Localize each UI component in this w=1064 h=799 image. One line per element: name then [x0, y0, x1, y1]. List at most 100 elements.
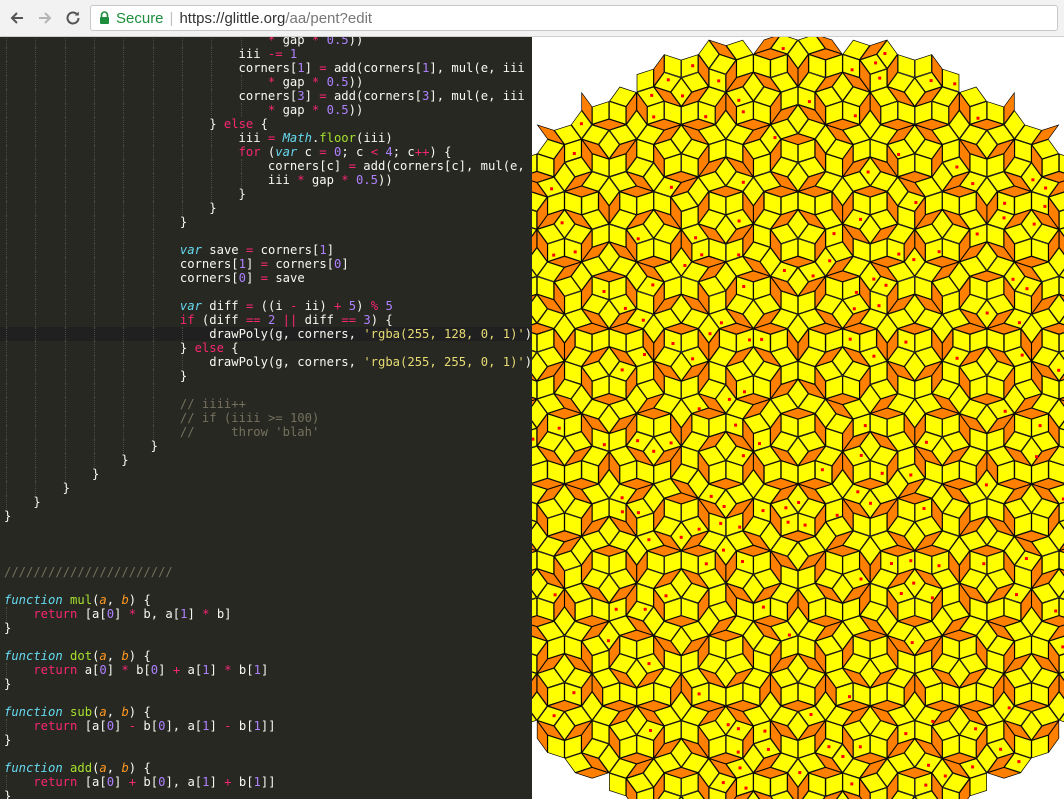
code-line[interactable]: function add(a, b) { [0, 761, 532, 775]
code-line[interactable]: // throw 'blah' [0, 425, 532, 439]
code-line[interactable]: corners[1] = add(corners[1], mul(e, iii [0, 61, 532, 75]
code-line[interactable] [0, 229, 532, 243]
code-line[interactable]: } [0, 733, 532, 747]
code-line[interactable] [0, 579, 532, 593]
red-dot-marker [734, 423, 738, 427]
code-line[interactable]: } [0, 677, 532, 691]
code-line[interactable] [0, 691, 532, 705]
red-dot-marker [786, 520, 790, 524]
code-token: b [121, 649, 129, 663]
code-line[interactable]: } [0, 369, 532, 383]
code-line[interactable]: } [0, 467, 532, 481]
code-token: function [4, 649, 71, 663]
code-line[interactable]: * gap * 0.5)) [0, 37, 532, 47]
indent-guide [152, 285, 154, 299]
code-line[interactable]: function sub(a, b) { [0, 705, 532, 719]
code-line[interactable]: } else { [0, 341, 532, 355]
code-line[interactable]: } [0, 215, 532, 229]
red-dot-marker [1057, 368, 1061, 372]
indent-guide [123, 187, 125, 201]
code-line[interactable]: corners[c] = add(corners[c], mul(e, [0, 159, 532, 173]
code-line[interactable]: /////////////////////// [0, 565, 532, 579]
code-line[interactable]: } [0, 201, 532, 215]
red-dot-marker [664, 594, 668, 598]
code-editor[interactable]: * gap * 0.5)) iii -= 1 corners[1] = add(co… [0, 37, 532, 799]
code-token: a [99, 705, 107, 719]
red-dot-marker [697, 692, 701, 696]
code-line[interactable]: } [0, 495, 532, 509]
code-line[interactable]: iii -= 1 [0, 47, 532, 61]
code-line[interactable]: iii * gap * 0.5)) [0, 173, 532, 187]
reload-button[interactable] [62, 7, 84, 29]
code-token: + [128, 775, 144, 789]
code-line[interactable]: } [0, 453, 532, 467]
red-dot-marker [550, 187, 554, 191]
code-line[interactable]: corners[0] = save [0, 271, 532, 285]
code-line[interactable]: * gap * 0.5)) [0, 75, 532, 89]
code-line[interactable] [0, 383, 532, 397]
red-dot-marker [741, 454, 745, 458]
indent-guide [35, 61, 37, 75]
red-dot-marker [683, 264, 687, 267]
code-line[interactable]: return [a[0] * b, a[1] * b] [0, 607, 532, 621]
code-token: = [267, 131, 283, 145]
code-line[interactable]: } [0, 621, 532, 635]
red-dot-marker [649, 729, 652, 732]
back-button[interactable] [6, 7, 28, 29]
code-text: } [121, 453, 128, 467]
red-dot-marker [766, 747, 770, 751]
code-line[interactable] [0, 551, 532, 565]
code-line[interactable]: drawPoly(g, corners, 'rgba(255, 255, 0, … [0, 355, 532, 369]
indent-guide [93, 439, 95, 453]
red-dot-marker [552, 714, 556, 718]
code-line[interactable]: return [a[0] + b[0], a[1] + b[1]] [0, 775, 532, 789]
indent-guide [35, 453, 37, 467]
indent-guide [93, 131, 95, 145]
forward-button[interactable] [34, 7, 56, 29]
code-line[interactable]: for (var c = 0; c < 4; c++) { [0, 145, 532, 159]
code-token: else [223, 117, 261, 131]
code-line[interactable]: var diff = ((i - ii) + 5) % 5 [0, 299, 532, 313]
code-line[interactable] [0, 747, 532, 761]
red-dot-marker [744, 786, 748, 790]
code-line[interactable]: if (diff == 2 || diff == 3) { [0, 313, 532, 327]
code-line[interactable]: } [0, 481, 532, 495]
code-line[interactable]: } [0, 789, 532, 799]
indent-guide [64, 453, 66, 467]
code-line[interactable]: drawPoly(g, corners, 'rgba(255, 128, 0, … [0, 327, 532, 341]
code-line[interactable]: } [0, 187, 532, 201]
indent-guide [6, 243, 7, 257]
address-bar[interactable]: Secure | https://glittle.org /aa/pent?ed… [90, 5, 1058, 31]
indent-guide [64, 271, 66, 285]
red-dot-marker [727, 397, 731, 401]
code-token: save [275, 271, 305, 285]
code-line[interactable]: // iiii++ [0, 397, 532, 411]
indent-guide [152, 37, 154, 47]
code-line[interactable]: iii = Math.floor(iii) [0, 131, 532, 145]
code-line[interactable] [0, 523, 532, 537]
red-dot-marker [827, 745, 831, 749]
code-line[interactable]: } [0, 509, 532, 523]
code-text: // iiii++ [180, 397, 246, 411]
red-dot-marker [848, 695, 851, 699]
code-line[interactable] [0, 635, 532, 649]
code-line[interactable] [0, 285, 532, 299]
code-line[interactable] [0, 537, 532, 551]
code-line[interactable]: var save = corners[1] [0, 243, 532, 257]
code-line[interactable]: // if (iiii >= 100) [0, 411, 532, 425]
code-line[interactable]: return a[0] * b[0] + a[1] * b[1] [0, 663, 532, 677]
code-line[interactable]: function mul(a, b) { [0, 593, 532, 607]
code-line[interactable]: } else { [0, 117, 532, 131]
code-line[interactable]: corners[3] = add(corners[3], mul(e, iii [0, 89, 532, 103]
red-dot-marker [850, 68, 854, 72]
code-line[interactable]: return [a[0] - b[0], a[1] - b[1]] [0, 719, 532, 733]
code-line[interactable]: function dot(a, b) { [0, 649, 532, 663]
red-dot-marker [697, 407, 701, 411]
code-line[interactable]: corners[1] = corners[0] [0, 257, 532, 271]
code-line[interactable]: } [0, 439, 532, 453]
code-token: 1 [319, 243, 327, 257]
code-token: } [91, 467, 100, 481]
indent-guide [6, 159, 7, 173]
code-line[interactable]: * gap * 0.5)) [0, 103, 532, 117]
code-text: return [a[0] + b[0], a[1] + b[1]] [33, 775, 275, 789]
